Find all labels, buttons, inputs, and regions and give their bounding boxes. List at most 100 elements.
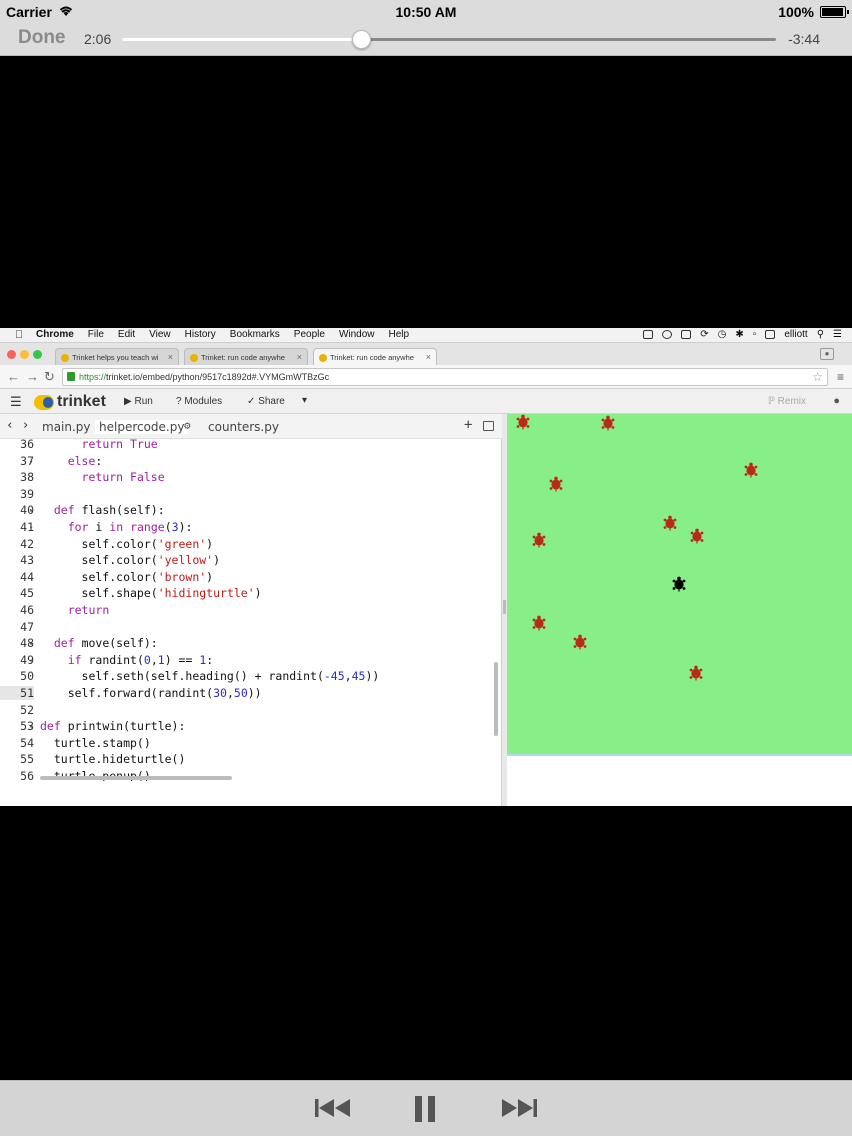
mac-menu-chrome[interactable]: Chrome	[36, 329, 74, 340]
code-line[interactable]: 45 self.shape('hidingturtle')	[0, 586, 496, 603]
image-icon[interactable]	[483, 421, 494, 431]
forward-icon[interactable]: →	[26, 369, 39, 384]
fold-arrow-icon[interactable]: ▾	[29, 524, 33, 532]
code-line[interactable]: 52	[0, 703, 496, 720]
trinket-logo[interactable]: trinket	[34, 393, 106, 411]
ios-top-bar: Carrier 10:50 AM 100% Done 2:06 -3:44	[0, 0, 852, 56]
status-bar: Carrier 10:50 AM 100%	[0, 0, 852, 24]
remix-button[interactable]: ℙ Remix	[768, 396, 806, 407]
turtle-icon	[531, 615, 547, 631]
pause-icon	[415, 1096, 435, 1122]
code-nav-icon[interactable]: ‹ ›	[6, 418, 29, 433]
bookmark-star-icon[interactable]: ☆	[812, 370, 823, 384]
gear-icon[interactable]: ⚙	[184, 419, 191, 432]
file-tab-counters[interactable]: counters.py	[208, 420, 279, 434]
mac-menu-history[interactable]: History	[185, 329, 216, 340]
reload-icon[interactable]: ↻	[44, 369, 55, 385]
code-line[interactable]: 40 ▾ def flash(self):	[0, 503, 496, 520]
tab-favicon-icon	[61, 354, 69, 362]
fast-forward-button[interactable]	[498, 1094, 540, 1125]
tray-sync-icon: ⟳	[700, 329, 709, 340]
code-line[interactable]: 44 self.color('brown')	[0, 570, 496, 587]
code-line[interactable]: 50 self.seth(self.heading() + randint(-4…	[0, 669, 496, 686]
profile-icon[interactable]: ●	[820, 348, 834, 360]
close-tab-icon[interactable]: ×	[168, 352, 173, 362]
pause-button[interactable]	[410, 1094, 440, 1127]
browser-tab-label: Trinket: run code anywhe	[201, 353, 285, 362]
back-icon[interactable]: ←	[7, 369, 20, 384]
scrubber-knob[interactable]	[352, 30, 372, 49]
fast-forward-icon	[502, 1099, 537, 1117]
file-tab-helpercode[interactable]: helpercode.py	[95, 420, 189, 434]
remix-icon: ℙ	[767, 396, 775, 407]
turtle-icon	[572, 634, 588, 650]
fold-arrow-icon[interactable]: ▾	[29, 640, 33, 648]
tray-search-icon: ⚲	[816, 329, 825, 340]
file-tabs: ‹ › main.py helpercode.py ⚙ counters.py …	[0, 414, 502, 439]
mac-menu-items: Chrome File Edit View History Bookmarks People…	[36, 329, 409, 340]
code-line[interactable]: 39	[0, 487, 496, 504]
scrubber[interactable]	[122, 30, 776, 49]
code-line[interactable]: 51 self.forward(randint(30,50))	[0, 686, 496, 703]
code-line[interactable]: 43 self.color('yellow')	[0, 553, 496, 570]
code-line[interactable]: 48 ▾ def move(self):	[0, 636, 496, 653]
player-turtle-icon	[671, 576, 687, 592]
mac-menu-file[interactable]: File	[88, 329, 104, 340]
code-line[interactable]: 49 ▾ if randint(0,1) == 1:	[0, 653, 496, 670]
code-line[interactable]: 37 ▾ else:	[0, 454, 496, 471]
address-bar[interactable]: https://trinket.io/embed/python/9517c189…	[62, 368, 828, 386]
modules-button[interactable]: ? Modules	[176, 396, 222, 407]
share-button[interactable]: ✓ Share	[247, 396, 285, 407]
close-tab-icon[interactable]: ×	[297, 352, 302, 362]
code-text: def printwin(turtle):	[40, 719, 186, 734]
code-line[interactable]: 41 ▾ for i in range(3):	[0, 520, 496, 537]
mac-menu-bookmarks[interactable]: Bookmarks	[230, 329, 280, 340]
browser-tab-3[interactable]: Trinket: run code anywhe ×	[313, 348, 437, 365]
done-button[interactable]: Done	[18, 27, 66, 49]
play-icon: ▶	[124, 396, 132, 407]
mac-menu-edit[interactable]: Edit	[118, 329, 135, 340]
line-number: 50	[20, 669, 34, 684]
menu-icon[interactable]: ☰	[10, 394, 22, 410]
url-scheme: https://	[79, 372, 107, 382]
browser-tab-1[interactable]: Trinket helps you teach wi ×	[55, 348, 179, 365]
code-line[interactable]: 47	[0, 620, 496, 637]
fold-arrow-icon[interactable]: ▾	[29, 657, 33, 665]
browser-tabstrip: Trinket helps you teach wi × Trinket: ru…	[0, 343, 852, 365]
code-text: return False	[81, 470, 165, 485]
output-console	[507, 758, 852, 806]
question-icon: ?	[176, 396, 182, 407]
fold-arrow-icon[interactable]: ▾	[29, 723, 33, 731]
fold-arrow-icon[interactable]: ▾	[29, 507, 33, 515]
close-tab-icon[interactable]: ×	[426, 352, 431, 362]
code-area[interactable]: 36 return True 37 ▾ else: 38 return False 39…	[0, 439, 496, 781]
mac-menu-view[interactable]: View	[149, 329, 171, 340]
code-line[interactable]: 38 return False	[0, 470, 496, 487]
add-file-icon[interactable]: +	[464, 417, 472, 433]
fold-arrow-icon[interactable]: ▾	[29, 458, 33, 466]
mac-menu-people[interactable]: People	[294, 329, 325, 340]
file-tab-main[interactable]: main.py	[42, 420, 91, 434]
user-icon[interactable]: ●	[833, 395, 840, 407]
horizontal-scrollbar[interactable]	[40, 776, 232, 780]
mac-menu-help[interactable]: Help	[389, 329, 410, 340]
tray-battery-icon	[681, 330, 692, 339]
code-text: else:	[67, 453, 103, 468]
mac-menu-window[interactable]: Window	[339, 329, 375, 340]
code-line[interactable]: 36 return True	[0, 439, 496, 454]
tray-time-machine-icon: ◷	[717, 329, 727, 340]
code-line[interactable]: 42 self.color('green')	[0, 537, 496, 554]
rewind-button[interactable]	[312, 1094, 354, 1125]
video-frame[interactable]:  Chrome File Edit View History Bookmarks Peop…	[0, 328, 852, 806]
run-button[interactable]: ▶ Run	[124, 396, 153, 407]
remaining-time: -3:44	[788, 31, 820, 47]
code-line[interactable]: 55 turtle.hideturtle()	[0, 752, 496, 769]
share-dropdown-icon[interactable]: ▾	[302, 395, 307, 406]
code-line[interactable]: 46 return	[0, 603, 496, 620]
vertical-scrollbar[interactable]	[494, 662, 498, 736]
code-line[interactable]: 54 turtle.stamp()	[0, 736, 496, 753]
tab-favicon-icon	[190, 354, 198, 362]
code-line[interactable]: 53 ▾ def printwin(turtle):	[0, 719, 496, 736]
browser-tab-2[interactable]: Trinket: run code anywhe ×	[184, 348, 308, 365]
chrome-menu-icon[interactable]: ≡	[837, 370, 844, 384]
